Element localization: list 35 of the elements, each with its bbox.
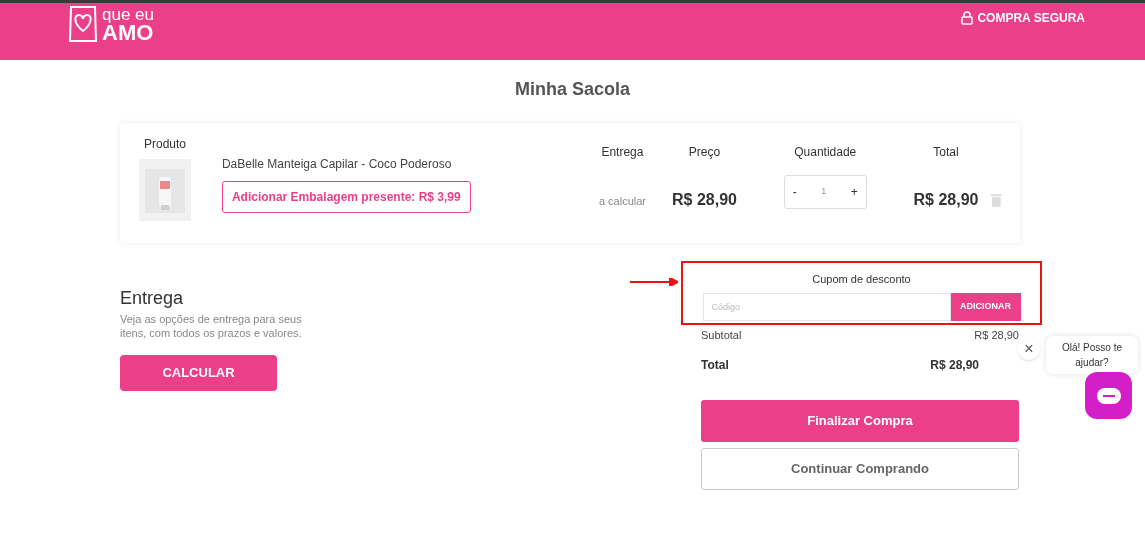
- summary-label: Total: [701, 356, 729, 374]
- section-title: Entrega: [120, 287, 184, 310]
- secure-purchase-label: COMPRA SEGURA: [977, 10, 1085, 27]
- close-button[interactable]: ×: [1018, 338, 1040, 360]
- increase-button[interactable]: +: [850, 183, 858, 201]
- gift-wrap-button[interactable]: Adicionar Embalagem presente: R$ 3,99: [221, 181, 471, 213]
- total-value: R$ 28,90: [913, 190, 979, 210]
- delivery-value: a calcular: [598, 194, 646, 209]
- column-header: Preço: [688, 144, 721, 161]
- page-title: Minha Sacola: [514, 78, 631, 101]
- lock-icon: [961, 11, 974, 25]
- section-description: Veja as opções de entrega para seus itens, com todos os prazos e valores.: [120, 312, 303, 340]
- annotation-arrow: [630, 278, 678, 286]
- coupon-field[interactable]: Código: [702, 292, 951, 321]
- summary-label: Subtotal: [701, 328, 742, 343]
- summary-value: R$ 28,90: [930, 356, 979, 374]
- coupon-title: Cupom de desconto: [812, 272, 911, 287]
- continue-shopping-button[interactable]: Continuar Comprando: [701, 447, 1019, 490]
- logo-text: que eu: [102, 7, 154, 23]
- summary-value: R$ 28,90: [974, 328, 1019, 343]
- column-header: Quantidade: [794, 144, 857, 161]
- price-value: R$ 28,90: [672, 190, 737, 210]
- quantity-value: 1: [821, 185, 827, 199]
- column-header: Entrega: [601, 144, 644, 161]
- add-coupon-button[interactable]: ADICIONAR: [950, 292, 1021, 321]
- chat-button[interactable]: [1085, 372, 1132, 419]
- product-name: DaBelle Manteiga Capilar - Coco Poderoso: [221, 156, 452, 173]
- column-header: Produto: [143, 136, 186, 153]
- calculate-button[interactable]: CALCULAR: [120, 355, 277, 391]
- chat-bubble: Olá! Posso te ajudar?: [1046, 336, 1138, 374]
- checkout-button[interactable]: Finalizar Compra: [701, 399, 1019, 442]
- chat-icon: [1096, 387, 1121, 404]
- column-header: Total: [933, 144, 959, 161]
- decrease-button[interactable]: -: [792, 183, 797, 201]
- logo-text: AMO: [102, 23, 154, 43]
